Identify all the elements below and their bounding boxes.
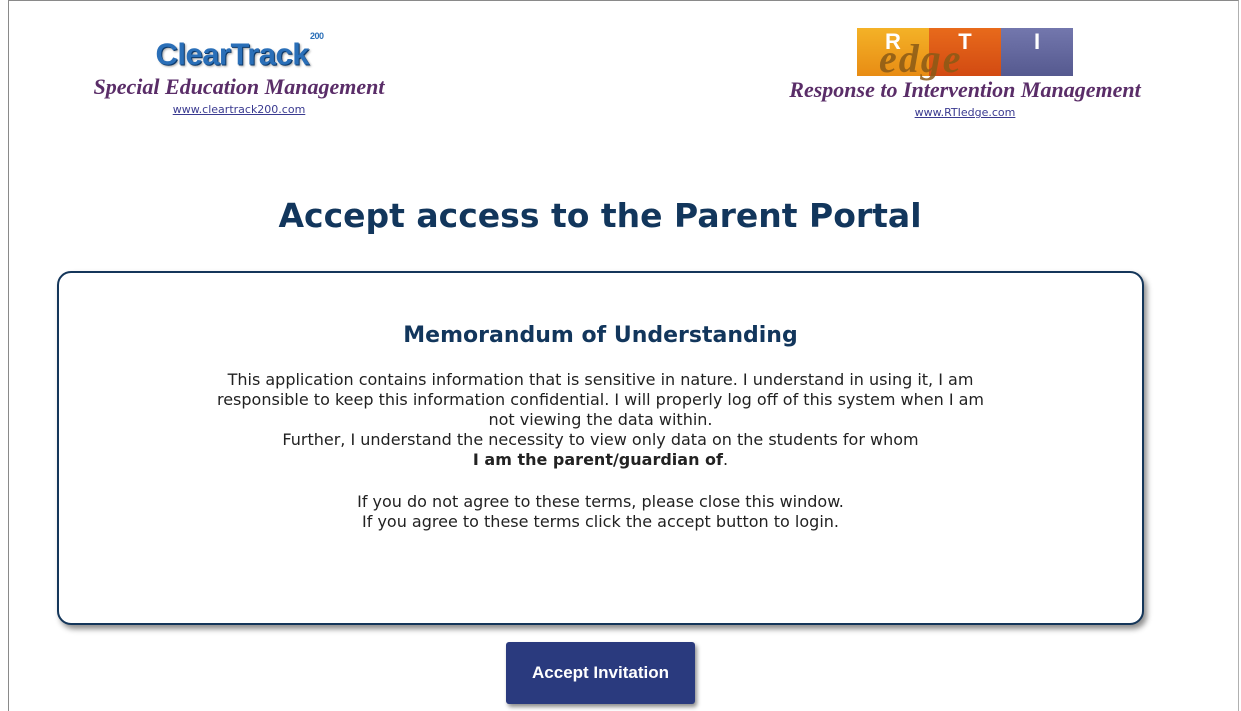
memo-footer-line: If you do not agree to these terms, plea… xyxy=(357,492,844,511)
cleartrack-logo: ClearTrack200 xyxy=(155,28,324,72)
memo-gap xyxy=(81,470,1120,492)
rti-logo-edge-script: edge xyxy=(879,36,963,81)
memo-footer-line: If you agree to these terms click the ac… xyxy=(362,512,839,531)
rti-logo-letter-i: I xyxy=(1001,28,1073,76)
cleartrack-link[interactable]: www.cleartrack200.com xyxy=(173,103,306,116)
memo-strong-line: I am the parent/guardian of. xyxy=(81,450,1120,470)
memo-strong-text: I am the parent/guardian of xyxy=(472,450,723,469)
page-title: Accept access to the Parent Portal xyxy=(278,196,922,235)
memo-line: not viewing the data within. xyxy=(488,410,713,429)
memo-heading: Memorandum of Understanding xyxy=(403,323,798,348)
rtiedge-tagline: Response to Intervention Management xyxy=(789,77,1141,102)
cleartrack-logo-text: ClearTrack xyxy=(155,36,310,72)
memo-line: responsible to keep this information con… xyxy=(216,390,985,409)
accept-invitation-button[interactable]: Accept Invitation xyxy=(506,642,695,704)
rtiedge-link[interactable]: www.RTIedge.com xyxy=(915,106,1016,119)
cleartrack-logo-sup: 200 xyxy=(310,31,324,41)
memo-line: Further, I understand the necessity to v… xyxy=(282,430,919,449)
cleartrack-tagline: Special Education Management xyxy=(93,74,385,99)
memo-strong-suffix: . xyxy=(722,450,729,469)
memo-line: This application contains information th… xyxy=(227,370,974,389)
cleartrack-brand: ClearTrack200 Special Education Manageme… xyxy=(24,28,454,118)
rtiedge-logo: R T I edge xyxy=(857,28,1073,81)
memo-card: Memorandum of Understanding This applica… xyxy=(57,271,1144,625)
rtiedge-brand: R T I edge Response to Intervention Mana… xyxy=(695,28,1235,121)
memo-body: This application contains information th… xyxy=(59,370,1142,532)
